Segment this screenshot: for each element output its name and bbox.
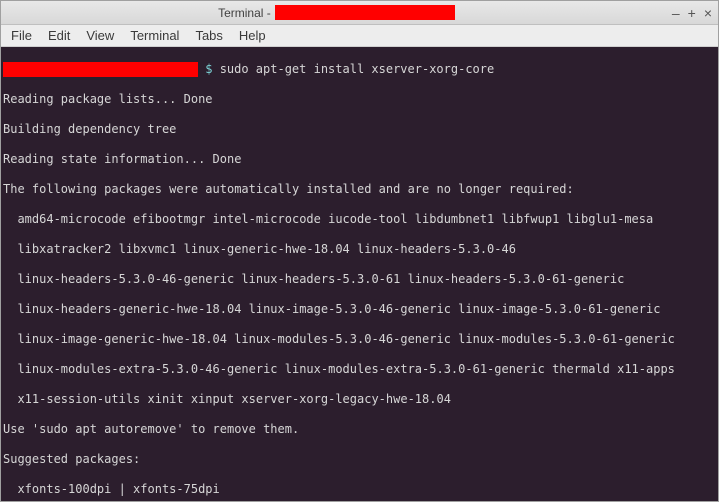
title-redacted	[275, 5, 455, 20]
output-line: Suggested packages:	[3, 452, 716, 467]
output-line: libxatracker2 libxvmc1 linux-generic-hwe…	[3, 242, 716, 257]
command-text: sudo apt-get install xserver-xorg-core	[220, 62, 495, 77]
menu-view[interactable]: View	[86, 28, 114, 43]
window-controls: – + ×	[666, 5, 712, 21]
close-button[interactable]: ×	[704, 5, 712, 21]
prompt-redacted	[3, 62, 198, 77]
window-title: Terminal -	[7, 5, 666, 20]
output-line: linux-headers-5.3.0-46-generic linux-hea…	[3, 272, 716, 287]
output-line: linux-modules-extra-5.3.0-46-generic lin…	[3, 362, 716, 377]
prompt-symbol: $	[198, 62, 220, 77]
output-line: The following packages were automaticall…	[3, 182, 716, 197]
menu-terminal[interactable]: Terminal	[130, 28, 179, 43]
output-line: Building dependency tree	[3, 122, 716, 137]
output-line: Use 'sudo apt autoremove' to remove them…	[3, 422, 716, 437]
maximize-button[interactable]: +	[688, 5, 696, 21]
output-line: xfonts-100dpi | xfonts-75dpi	[3, 482, 716, 497]
output-line: Reading state information... Done	[3, 152, 716, 167]
output-line: Reading package lists... Done	[3, 92, 716, 107]
output-line: amd64-microcode efibootmgr intel-microco…	[3, 212, 716, 227]
title-prefix: Terminal -	[218, 6, 271, 20]
minimize-button[interactable]: –	[672, 5, 680, 21]
output-line: x11-session-utils xinit xinput xserver-x…	[3, 392, 716, 407]
menu-edit[interactable]: Edit	[48, 28, 70, 43]
output-line: linux-image-generic-hwe-18.04 linux-modu…	[3, 332, 716, 347]
terminal-body[interactable]: $ sudo apt-get install xserver-xorg-core…	[1, 47, 718, 501]
prompt-line: $ sudo apt-get install xserver-xorg-core	[3, 62, 716, 77]
menu-tabs[interactable]: Tabs	[195, 28, 222, 43]
output-line: linux-headers-generic-hwe-18.04 linux-im…	[3, 302, 716, 317]
titlebar[interactable]: Terminal - – + ×	[1, 1, 718, 25]
terminal-window: Terminal - – + × File Edit View Terminal…	[0, 0, 719, 502]
menu-file[interactable]: File	[11, 28, 32, 43]
menu-help[interactable]: Help	[239, 28, 266, 43]
menubar: File Edit View Terminal Tabs Help	[1, 25, 718, 47]
